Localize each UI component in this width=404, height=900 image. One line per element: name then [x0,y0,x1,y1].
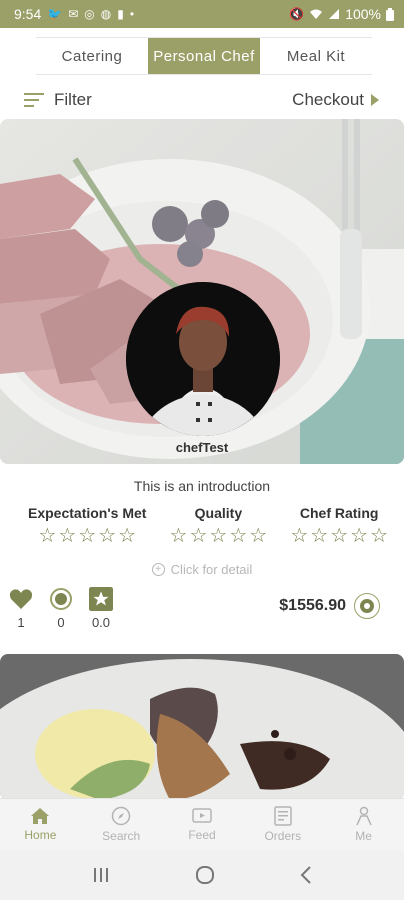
star-icon: ☆ [290,525,309,547]
coin-count: 0 [57,615,65,630]
star-icon: ☆ [58,525,77,547]
coin-button[interactable] [354,593,380,619]
nav-orders[interactable]: Orders [242,799,323,850]
food-photo [0,654,404,800]
stats-row: 1 0 0.0 [8,587,114,630]
rating-label: Quality [194,505,243,521]
chef-name: chefTest [175,440,229,455]
rating-label: Expectation's Met [28,505,147,521]
pinwheel-icon: ◍ [100,7,112,21]
tab-personal-chef[interactable]: Personal Chef [148,38,260,74]
star-icon: ☆ [350,525,369,547]
twitter-icon: 🐦 [47,7,63,21]
system-nav-bar [0,850,404,900]
app-icon: ◎ [84,7,95,21]
nav-feed-label: Feed [188,828,216,842]
star-rating: ☆ ☆ ☆ ☆ ☆ [38,526,136,546]
nav-search-label: Search [102,829,141,843]
star-icon: ☆ [310,525,329,547]
recent-apps-icon[interactable] [92,867,110,883]
rating-expectations: Expectation's Met ☆ ☆ ☆ ☆ ☆ [28,505,146,546]
home-icon [31,808,50,824]
compass-icon [111,806,131,826]
rating-label: Chef Rating [299,505,379,521]
star-badge-icon [89,587,113,611]
star-icon: ☆ [209,525,228,547]
status-time: 9:54 [14,6,42,22]
detail-label: Click for detail [170,562,253,577]
detail-link[interactable]: + Click for detail [0,562,404,577]
plus-circle-icon: + [151,563,165,576]
person-icon [355,806,372,826]
filter-row: Filter Checkout [0,84,404,116]
nav-search[interactable]: Search [81,799,162,850]
nav-orders-label: Orders [264,829,302,843]
filter-button[interactable]: Filter [24,90,92,110]
coin-icon [50,588,72,610]
chef-card-image[interactable]: chefTest [0,119,404,464]
like-stat[interactable]: 1 [8,587,34,630]
coin-stat[interactable]: 0 [48,587,74,630]
rating-value: 0.0 [91,615,111,630]
mail-icon: ✉ [68,7,79,21]
star-icon: ☆ [189,525,208,547]
star-icon: ☆ [118,525,137,547]
category-tabs: Catering Personal Chef Meal Kit [36,37,372,75]
back-icon[interactable] [300,866,312,884]
bottom-nav: Home Search Feed Orders Me [0,798,404,850]
star-icon: ☆ [229,525,248,547]
star-icon: ☆ [330,525,349,547]
filter-label: Filter [54,90,92,109]
dot-icon: • [129,7,135,21]
star-rating: ☆ ☆ ☆ ☆ ☆ [290,526,388,546]
rating-stat[interactable]: 0.0 [88,587,114,630]
price-label: $1556.90 [279,597,346,614]
home-circle-icon[interactable] [195,865,215,885]
star-icon: ☆ [249,525,268,547]
star-rating: ☆ ☆ ☆ ☆ ☆ [170,526,268,546]
mute-icon: 🔇 [289,7,305,21]
ratings-row: Expectation's Met ☆ ☆ ☆ ☆ ☆ Quality ☆ ☆ … [28,505,388,546]
star-icon: ☆ [38,525,57,547]
checkout-label: Checkout [292,90,364,109]
tab-catering[interactable]: Catering [36,38,148,74]
star-icon: ☆ [98,525,117,547]
wifi-icon [310,9,323,19]
star-icon: ☆ [78,525,97,547]
star-icon: ☆ [169,525,188,547]
lock-icon: ▮ [117,7,124,21]
nav-me-label: Me [355,829,372,843]
coin-icon [360,599,374,613]
rating-quality: Quality ☆ ☆ ☆ ☆ ☆ [170,505,268,546]
checkout-button[interactable]: Checkout [292,90,380,110]
star-icon: ☆ [370,525,388,547]
like-count: 1 [17,615,25,630]
document-icon [274,806,292,826]
filter-icon [24,93,44,107]
status-bar: 9:54 🐦 ✉ ◎ ◍ ▮ • 🔇 100% [0,0,404,28]
chef-photo [126,282,280,436]
heart-icon [9,589,33,609]
battery-level: 100% [345,6,381,22]
chef-intro: This is an introduction [133,478,271,494]
battery-icon [386,7,394,21]
nav-feed[interactable]: Feed [162,799,243,850]
nav-me[interactable]: Me [323,799,404,850]
chef-avatar[interactable] [126,282,280,436]
nav-home[interactable]: Home [0,799,81,850]
video-icon [192,808,212,823]
caret-right-icon [371,94,379,106]
signal-icon [329,9,340,19]
rating-chef: Chef Rating ☆ ☆ ☆ ☆ ☆ [290,505,388,546]
tab-meal-kit[interactable]: Meal Kit [260,38,372,74]
chef-card-image-2[interactable] [0,654,404,800]
nav-home-label: Home [24,828,57,842]
